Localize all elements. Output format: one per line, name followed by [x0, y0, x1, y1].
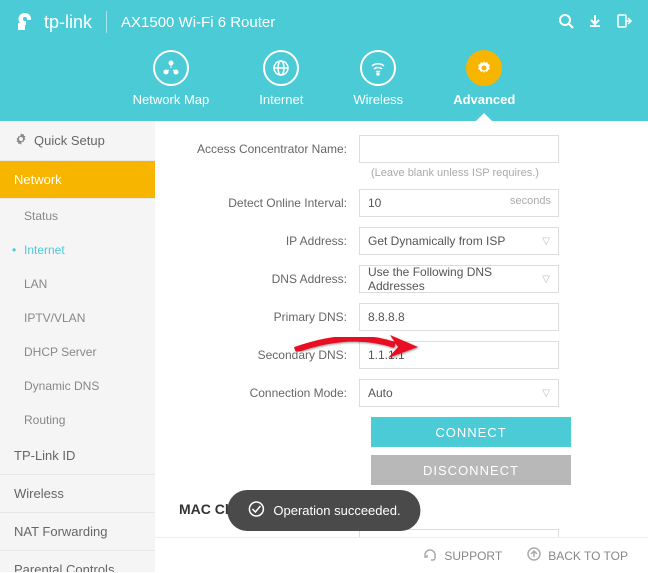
chevron-down-icon: ▽: [542, 388, 550, 399]
connection-mode-select[interactable]: Auto ▽: [359, 379, 559, 407]
topbar: tp-link AX1500 Wi-Fi 6 Router: [0, 0, 648, 44]
support-button[interactable]: SUPPORT: [422, 546, 502, 565]
nav-label: Wireless: [353, 92, 403, 107]
divider: [106, 11, 107, 33]
chevron-down-icon: ▽: [542, 236, 550, 247]
tplink-logo-icon: [16, 11, 38, 33]
nav-label: Network Map: [133, 92, 210, 107]
primary-dns-label: Primary DNS:: [179, 310, 359, 324]
back-to-top-button[interactable]: BACK TO TOP: [526, 546, 628, 565]
brand-logo: tp-link: [16, 11, 92, 33]
sidebar-tplink-id[interactable]: TP-Link ID: [0, 437, 155, 475]
ip-address-label: IP Address:: [179, 234, 359, 248]
search-icon[interactable]: [558, 13, 574, 32]
sidebar-lan[interactable]: LAN: [0, 267, 155, 301]
dns-address-select[interactable]: Use the Following DNS Addresses ▽: [359, 265, 559, 293]
secondary-dns-input[interactable]: [359, 341, 559, 369]
detect-interval-label: Detect Online Interval:: [179, 196, 359, 210]
sidebar-label: Network: [14, 172, 62, 187]
footer-label: SUPPORT: [444, 549, 502, 563]
nav-wireless[interactable]: Wireless: [353, 50, 403, 107]
nav-label: Advanced: [453, 92, 515, 107]
sidebar-quick-setup[interactable]: Quick Setup: [0, 121, 155, 161]
header: tp-link AX1500 Wi-Fi 6 Router Network Ma…: [0, 0, 648, 121]
network-map-icon: [153, 50, 189, 86]
sidebar-status[interactable]: Status: [0, 199, 155, 233]
dns-address-label: DNS Address:: [179, 272, 359, 286]
disconnect-button[interactable]: DISCONNECT: [371, 455, 571, 485]
advanced-icon: [466, 50, 502, 86]
firmware-icon[interactable]: [588, 14, 602, 31]
internet-icon: [263, 50, 299, 86]
sidebar-label: Quick Setup: [34, 133, 105, 148]
access-concentrator-input[interactable]: [359, 135, 559, 163]
ip-address-select[interactable]: Get Dynamically from ISP ▽: [359, 227, 559, 255]
wireless-icon: [360, 50, 396, 86]
connection-mode-label: Connection Mode:: [179, 386, 359, 400]
arrow-up-circle-icon: [526, 546, 542, 565]
sidebar: Quick Setup Network Status Internet LAN …: [0, 121, 155, 572]
nav-label: Internet: [259, 92, 303, 107]
sidebar-parental[interactable]: Parental Controls: [0, 551, 155, 572]
brand-text: tp-link: [44, 12, 92, 33]
sidebar-dhcp[interactable]: DHCP Server: [0, 335, 155, 369]
primary-dns-input[interactable]: [359, 303, 559, 331]
check-circle-icon: [247, 500, 265, 521]
secondary-dns-label: Secondary DNS:: [179, 348, 359, 362]
sidebar-nat[interactable]: NAT Forwarding: [0, 513, 155, 551]
logout-icon[interactable]: [616, 13, 632, 32]
main-nav: Network Map Internet Wireless Advanced: [0, 44, 648, 121]
headset-icon: [422, 546, 438, 565]
gear-icon: [14, 132, 28, 149]
sidebar-internet[interactable]: Internet: [0, 233, 155, 267]
connect-button[interactable]: CONNECT: [371, 417, 571, 447]
detect-interval-unit: seconds: [510, 195, 551, 207]
toast-message: Operation succeeded.: [273, 503, 400, 518]
access-concentrator-hint: (Leave blank unless ISP requires.): [371, 167, 624, 179]
nav-advanced[interactable]: Advanced: [453, 50, 515, 107]
sidebar-ddns[interactable]: Dynamic DNS: [0, 369, 155, 403]
access-concentrator-label: Access Concentrator Name:: [179, 142, 359, 156]
nav-internet[interactable]: Internet: [259, 50, 303, 107]
chevron-down-icon: ▽: [542, 274, 550, 285]
footer: SUPPORT BACK TO TOP: [155, 537, 648, 573]
sidebar-network[interactable]: Network: [0, 161, 155, 199]
sidebar-iptv[interactable]: IPTV/VLAN: [0, 301, 155, 335]
toast-success: Operation succeeded.: [227, 490, 420, 531]
sidebar-wireless[interactable]: Wireless: [0, 475, 155, 513]
sidebar-routing[interactable]: Routing: [0, 403, 155, 437]
nav-network-map[interactable]: Network Map: [133, 50, 210, 107]
select-value: Use the Following DNS Addresses: [368, 265, 542, 293]
select-value: Get Dynamically from ISP: [368, 234, 505, 248]
product-name: AX1500 Wi-Fi 6 Router: [121, 14, 275, 31]
select-value: Auto: [368, 386, 393, 400]
footer-label: BACK TO TOP: [548, 549, 628, 563]
